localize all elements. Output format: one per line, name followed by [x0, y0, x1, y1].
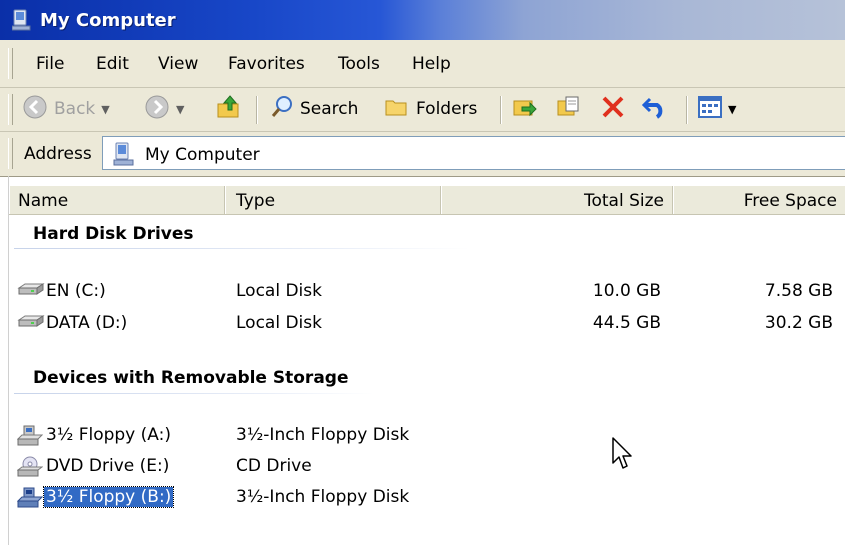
menu-favorites[interactable]: Favorites — [228, 54, 305, 74]
forward-dropdown-icon[interactable]: ▼ — [176, 103, 184, 116]
back-label: Back — [54, 99, 96, 119]
search-icon — [270, 94, 294, 125]
item-name: DATA (D:) — [46, 313, 128, 333]
forward-arrow-icon — [144, 94, 170, 125]
group-divider — [14, 248, 470, 249]
item-free-space: 30.2 GB — [764, 313, 833, 333]
delete-button[interactable] — [600, 94, 626, 124]
folders-button[interactable]: Folders — [384, 94, 477, 124]
move-to-icon — [512, 95, 538, 124]
list-item-selected[interactable]: 3½ Floppy (B:) 3½-Inch Floppy Disk — [0, 484, 845, 510]
hard-drive-icon — [17, 313, 45, 336]
column-name[interactable]: Name — [9, 186, 225, 214]
floppy-drive-icon — [16, 487, 44, 514]
addressbar-grip[interactable] — [8, 138, 13, 169]
menu-bar: File Edit View Favorites Tools Help — [0, 40, 845, 88]
copy-to-icon — [556, 95, 582, 124]
undo-arrow-icon — [641, 95, 668, 124]
views-button[interactable]: ▼ — [698, 94, 736, 124]
item-total-size: 44.5 GB — [592, 313, 661, 333]
views-dropdown-icon[interactable]: ▼ — [728, 103, 736, 116]
item-name: DVD Drive (E:) — [46, 456, 170, 476]
toolbar-separator — [256, 96, 258, 124]
item-type: Local Disk — [236, 313, 322, 333]
address-label: Address — [24, 144, 92, 164]
floppy-drive-icon — [16, 425, 44, 452]
hard-drive-icon — [17, 281, 45, 304]
back-dropdown-icon[interactable]: ▼ — [101, 103, 109, 116]
move-to-button[interactable] — [512, 94, 538, 124]
folders-label: Folders — [416, 99, 478, 119]
folders-icon — [384, 95, 410, 124]
item-type: 3½-Inch Floppy Disk — [236, 425, 410, 445]
back-arrow-icon — [22, 94, 48, 125]
group-divider — [14, 393, 374, 394]
my-computer-icon — [113, 142, 135, 171]
item-type: Local Disk — [236, 281, 322, 301]
column-free-space[interactable]: Free Space — [673, 186, 845, 214]
menu-edit[interactable]: Edit — [96, 54, 129, 74]
title-bar[interactable]: My Computer — [0, 0, 845, 40]
item-free-space: 7.58 GB — [764, 281, 833, 301]
menu-view[interactable]: View — [158, 54, 198, 74]
toolbar-separator — [500, 96, 502, 124]
address-value: My Computer — [145, 145, 260, 165]
item-name: EN (C:) — [46, 281, 106, 301]
up-folder-icon — [216, 94, 242, 125]
window-title: My Computer — [40, 10, 176, 31]
toolbar-grip[interactable] — [8, 94, 13, 125]
dvd-drive-icon — [16, 456, 44, 483]
item-total-size: 10.0 GB — [592, 281, 661, 301]
address-bar: Address My Computer — [0, 132, 845, 177]
undo-button[interactable] — [641, 94, 668, 124]
search-button[interactable]: Search — [270, 94, 358, 124]
my-computer-icon — [11, 9, 32, 36]
menu-help[interactable]: Help — [412, 54, 451, 74]
up-folder-button[interactable] — [216, 94, 242, 124]
item-name: 3½ Floppy (A:) — [46, 425, 171, 445]
mouse-pointer-icon — [612, 437, 634, 476]
copy-to-button[interactable] — [556, 94, 582, 124]
list-item[interactable]: EN (C:) Local Disk 10.0 GB 7.58 GB — [0, 278, 845, 304]
forward-button[interactable]: ▼ — [144, 94, 184, 124]
back-button[interactable]: Back ▼ — [22, 94, 110, 124]
group-header-removable-storage: Devices with Removable Storage — [33, 368, 349, 388]
item-type: CD Drive — [236, 456, 312, 476]
list-item[interactable]: DVD Drive (E:) CD Drive — [0, 453, 845, 479]
list-item[interactable]: 3½ Floppy (A:) 3½-Inch Floppy Disk — [0, 422, 845, 448]
group-header-hard-disks: Hard Disk Drives — [33, 224, 194, 244]
menubar-grip[interactable] — [8, 48, 13, 79]
column-total-size[interactable]: Total Size — [441, 186, 673, 214]
menu-tools[interactable]: Tools — [338, 54, 380, 74]
menu-file[interactable]: File — [36, 54, 64, 74]
column-header: Name Type Total Size Free Space — [9, 186, 845, 215]
item-name: 3½ Floppy (B:) — [42, 486, 175, 508]
search-label: Search — [300, 99, 359, 119]
standard-toolbar: Back ▼ ▼ Search Folders ▼ — [0, 88, 845, 132]
list-item[interactable]: DATA (D:) Local Disk 44.5 GB 30.2 GB — [0, 310, 845, 336]
delete-x-icon — [600, 95, 626, 124]
toolbar-separator — [686, 96, 688, 124]
item-type: 3½-Inch Floppy Disk — [236, 487, 410, 507]
address-field[interactable]: My Computer — [102, 136, 845, 170]
views-grid-icon — [698, 95, 722, 123]
column-type[interactable]: Type — [225, 186, 441, 214]
